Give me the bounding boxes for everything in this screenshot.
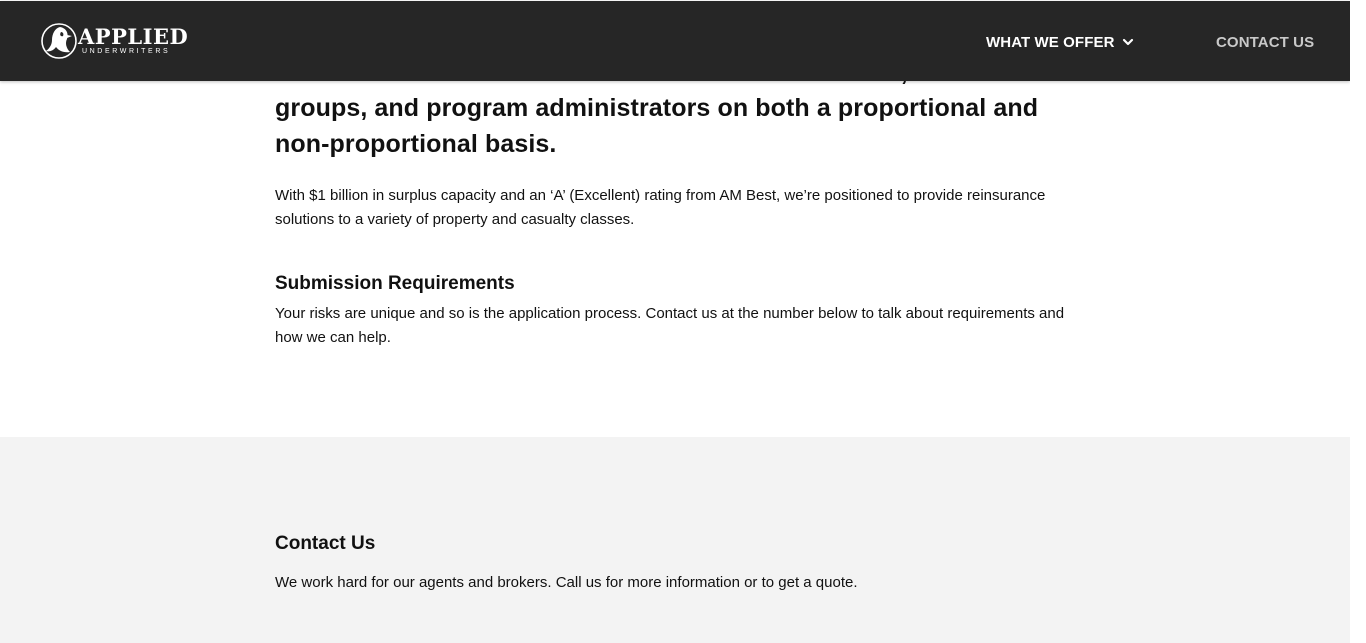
chevron-down-icon — [1122, 38, 1133, 46]
page-content: We offer reinsurance solutions to insura… — [0, 0, 1350, 643]
nav-contact-us[interactable]: CONTACT US — [1216, 31, 1314, 53]
home-logo-link[interactable]: APPLIED UNDERWRITERS — [40, 21, 188, 61]
scrollbar-track[interactable] — [1350, 0, 1366, 643]
logo-wordmark: APPLIED UNDERWRITERS — [78, 26, 188, 56]
submission-paragraph: Your risks are unique and so is the appl… — [275, 305, 1065, 346]
contact-heading: Contact Us — [275, 533, 376, 554]
nav-what-we-offer[interactable]: WHAT WE OFFER — [986, 31, 1134, 53]
logo-name: APPLIED — [78, 24, 189, 49]
top-navbar: APPLIED UNDERWRITERS WHAT WE OFFER CONTA… — [0, 1, 1350, 81]
eagle-logo-icon — [41, 23, 77, 59]
intro-paragraph: With $1 billion in surplus capacity and … — [275, 187, 1046, 228]
contact-paragraph: We work hard for our agents and brokers.… — [275, 574, 858, 591]
contact-section: Contact Us We work hard for our agents a… — [0, 437, 1350, 643]
nav-what-we-offer-label: WHAT WE OFFER — [986, 33, 1115, 51]
logo-subtitle: UNDERWRITERS — [82, 48, 171, 55]
submission-heading: Submission Requirements — [275, 273, 515, 294]
page: We offer reinsurance solutions to insura… — [0, 0, 1366, 643]
